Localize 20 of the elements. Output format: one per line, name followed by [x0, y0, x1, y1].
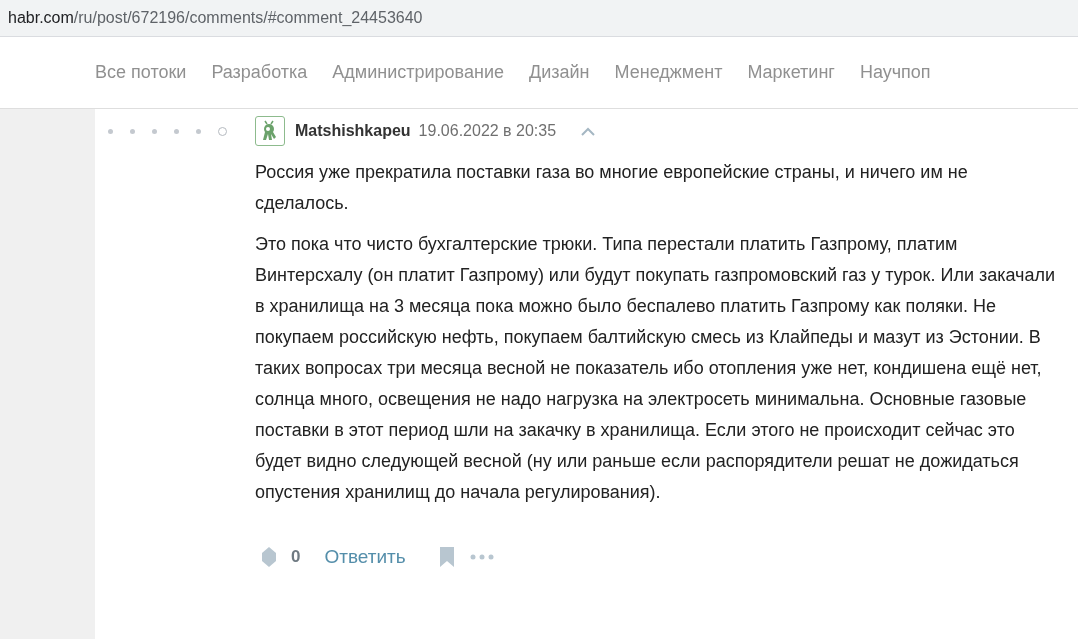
- nav-link[interactable]: Менеджмент: [614, 59, 723, 86]
- avatar-icon[interactable]: [255, 116, 285, 146]
- comment-date: 19.06.2022 в 20:35: [418, 121, 557, 141]
- nav-link[interactable]: Администрирование: [332, 59, 504, 86]
- address-bar[interactable]: habr.com/ru/post/672196/comments/#comment_24453640: [0, 0, 1078, 37]
- collapse-icon[interactable]: [581, 126, 596, 136]
- nav-link[interactable]: Дизайн: [529, 59, 590, 86]
- bookmark-icon[interactable]: [439, 547, 454, 567]
- url-text: habr.com/ru/post/672196/comments/#comment_24453640: [8, 8, 423, 28]
- nav-link[interactable]: Разработка: [211, 59, 308, 86]
- vote-count: 0: [291, 546, 301, 569]
- nav-link[interactable]: Научпоп: [859, 59, 931, 86]
- nav-link[interactable]: Все потоки: [95, 59, 187, 86]
- comment-paragraph: Россия уже прекратила поставки газа во многие европейские страны, и ничего им не сделалось.: [255, 161, 969, 215]
- nav-link[interactable]: Маркетинг: [747, 59, 835, 86]
- author-name[interactable]: Matshishkapeu: [295, 119, 411, 143]
- comment-paragraph: Это пока что чисто бухгалтерские трюки. Типа перестали платить Газпрому, платим Винтерсхалу (он платит Газпрому) или будут покупать газпромовский газ у турок. Или закачали в хранилища на 3 месяца пока можно было беспалево платить Газпрому как поляки. Не покупаем российскую нефть, покупаем балтийскую смесь из Клайпеды и мазут из Эстонии. В таких вопросах три месяца весной не показатель ибо отопления уже нет, кондишена ещё нет, солнца много, освещения не надо нагрузка на электросеть минимальна. Основные газовые поставки в этот период шли на закачку в хранилища. Если этого не происходит сейчас это будет видно следующей весной (ну или раньше если распорядители решат не дожидаться опустения хранилищ до начала регулирования).: [255, 233, 1056, 504]
- reply-button[interactable]: Ответить: [324, 542, 406, 572]
- more-icon[interactable]: [469, 554, 494, 560]
- vote-icon[interactable]: [262, 547, 276, 567]
